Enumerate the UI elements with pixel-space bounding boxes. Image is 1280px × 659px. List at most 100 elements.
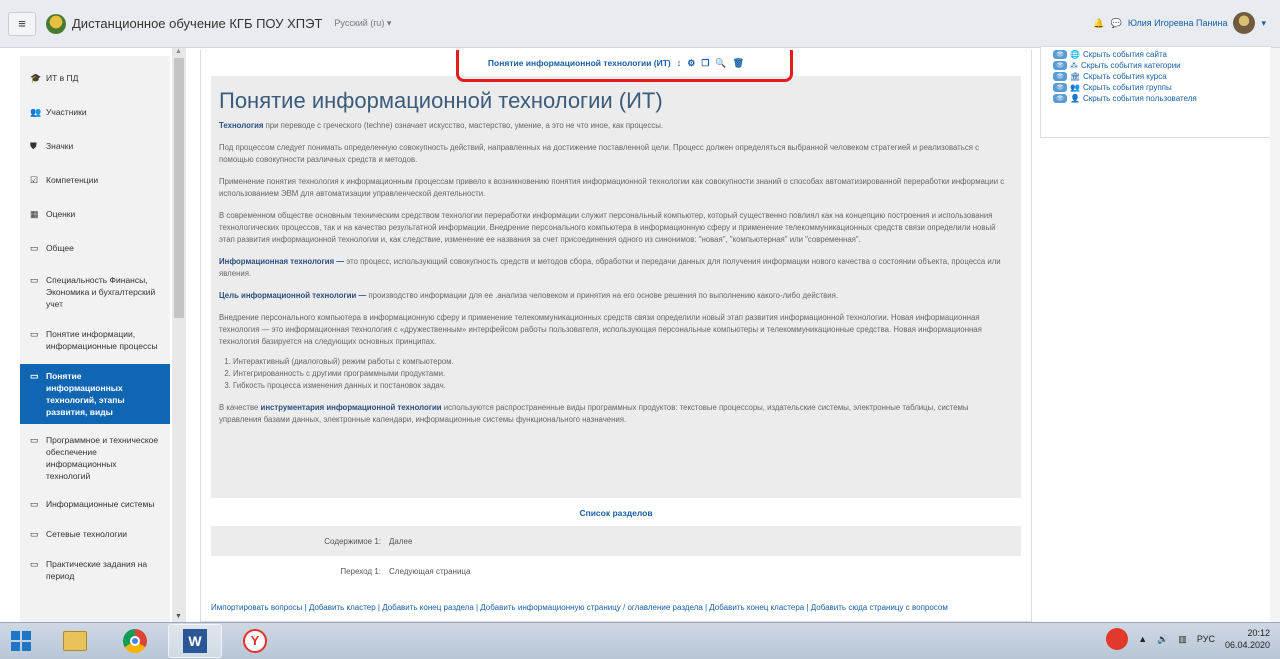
folder-icon: ▭ — [30, 243, 39, 253]
jump-row: Переход 1: Следующая страница — [211, 556, 1021, 586]
users-icon: 👥 — [30, 107, 42, 117]
antivirus-icon[interactable] — [1106, 628, 1129, 650]
sidebar-item-participants[interactable]: 👥 Участники — [20, 100, 170, 124]
chevron-down-icon[interactable]: ▾ — [1261, 18, 1266, 29]
shield-icon: ⛊ — [30, 141, 37, 151]
eye-icon[interactable]: 👁 — [1053, 50, 1067, 59]
clock[interactable]: 20:12 06.04.2020 — [1225, 627, 1270, 651]
sidebar-item-it-concept[interactable]: ▭ Понятие информационных технологий, этап… — [20, 364, 170, 424]
event-toggle-category[interactable]: 👁 ⁂ Скрыть события категории — [1053, 60, 1259, 71]
user-area: 🔔 💬 Юлия Игоревна Панина ▾ — [1093, 12, 1266, 34]
content-label: Содержимое 1: — [324, 536, 381, 546]
sidebar-item-info-systems[interactable]: ▭ Информационные системы — [20, 492, 170, 516]
folder-icon: ▭ — [30, 275, 39, 285]
eye-icon[interactable]: 👁 — [1053, 94, 1067, 103]
chat-icon[interactable]: 💬 — [1111, 18, 1122, 29]
clock-date: 06.04.2020 — [1224, 640, 1270, 650]
sidebar-item-information[interactable]: ▭ Понятие информации, информационные проц… — [20, 322, 170, 358]
top-navbar: ≡ Дистанционное обучение КГБ ПОУ ХПЭТ Ру… — [0, 0, 1280, 48]
chrome-icon — [123, 629, 147, 653]
network-icon[interactable]: ▥ — [1178, 634, 1187, 645]
folder-icon: ▭ — [30, 371, 39, 381]
eye-icon[interactable]: 👁 — [1053, 72, 1067, 81]
globe-icon: 🌐 — [1070, 50, 1080, 59]
lesson-main: Понятие информационной технологии (ИТ) ↕… — [200, 50, 1032, 622]
language-menu[interactable]: Русский (ru) ▾ — [334, 18, 391, 29]
sidebar-item-badges[interactable]: ⛊ Значки — [20, 134, 170, 158]
principles-list: Интерактивный (диалоговый) режим работы … — [233, 356, 1011, 392]
sections-list-title[interactable]: Список разделов — [201, 508, 1031, 518]
system-tray: ▲ 🔊 ▥ РУС 20:12 06.04.2020 — [1106, 627, 1270, 651]
sidebar-item-course[interactable]: 🎓 ИТ в ПД — [20, 66, 170, 90]
sidebar-item-specialty[interactable]: ▭ Специальность Финансы, Экономика и бухг… — [20, 268, 170, 316]
event-toggle-group[interactable]: 👁 👥 Скрыть события группы — [1053, 82, 1259, 93]
sidebar-item-networks[interactable]: ▭ Сетевые технологии — [20, 522, 170, 546]
chevron-up-icon[interactable]: ▲ — [1138, 634, 1147, 644]
scroll-up-arrow[interactable]: ▲ — [175, 48, 182, 55]
mortarboard-icon: 🎓 — [30, 73, 42, 83]
folder-icon: ▭ — [30, 499, 39, 509]
course-icon: 🏛 — [1070, 72, 1081, 81]
folder-icon: ▭ — [30, 529, 39, 539]
content-row: Содержимое 1: Далее — [211, 526, 1021, 556]
speaker-icon[interactable]: 🔊 — [1157, 634, 1168, 645]
menu-toggle-button[interactable]: ≡ — [8, 11, 36, 36]
page-scrollbar[interactable] — [1270, 48, 1280, 622]
yandex-browser-icon: Y — [243, 629, 267, 653]
paragraph: В качестве инструментария информационной… — [219, 403, 969, 424]
scroll-down-arrow[interactable]: ▼ — [175, 613, 182, 620]
sidebar-item-software[interactable]: ▭ Программное и техническое обеспечение и… — [20, 428, 170, 488]
scrollbar-thumb[interactable] — [174, 58, 184, 318]
sidebar-scrollbar[interactable]: ▲ ▼ — [172, 48, 186, 622]
list-item: Интерактивный (диалоговый) режим работы … — [233, 356, 1011, 368]
jump-label: Переход 1: — [340, 566, 381, 576]
calendar-events-block: 👁 🌐 Скрыть события сайта 👁 ⁂ Скрыть события … — [1040, 46, 1272, 138]
sidebar-item-competencies[interactable]: ☑ Компетенции — [20, 168, 170, 192]
explorer-taskbar-button[interactable] — [48, 624, 102, 658]
user-name[interactable]: Юлия Игоревна Панина — [1128, 18, 1228, 28]
bell-icon[interactable]: 🔔 — [1093, 18, 1104, 29]
input-language[interactable]: РУС — [1197, 634, 1215, 644]
event-toggle-user[interactable]: 👁 👤 Скрыть события пользователя — [1053, 93, 1259, 104]
site-name[interactable]: Дистанционное обучение КГБ ПОУ ХПЭТ — [72, 16, 322, 31]
sidebar-item-general[interactable]: ▭ Общее — [20, 236, 170, 260]
sidebar-item-grades[interactable]: ▦ Оценки — [20, 202, 170, 226]
paragraph: Цель информационной технологии — произво… — [219, 291, 839, 300]
folder-icon: ▭ — [30, 559, 39, 569]
eye-icon[interactable]: 👁 — [1053, 61, 1067, 70]
folder-icon: ▭ — [30, 329, 39, 339]
content-value: Далее — [389, 536, 413, 546]
yandex-taskbar-button[interactable]: Y — [228, 624, 282, 658]
start-button[interactable] — [0, 626, 42, 656]
lesson-content: Понятие информационной технологии (ИТ) Т… — [211, 76, 1021, 498]
paragraph: Информационная технология — это процесс,… — [219, 257, 1001, 278]
table-icon: ▦ — [30, 209, 39, 219]
sidebar-item-practice[interactable]: ▭ Практические задания на период — [20, 552, 170, 588]
group-icon: 👥 — [1070, 83, 1080, 92]
paragraph: Технология при переводе с греческого (te… — [219, 121, 664, 130]
word-taskbar-button[interactable]: W — [168, 624, 222, 658]
page-title: Понятие информационной технологии (ИТ) — [219, 88, 663, 113]
paragraph: Внедрение персонального компьютера в инф… — [219, 313, 982, 346]
list-item: Гибкость процесса изменения данных и пос… — [233, 380, 1011, 392]
event-toggle-course[interactable]: 👁 🏛 Скрыть события курса — [1053, 71, 1259, 82]
avatar[interactable] — [1233, 12, 1256, 34]
paragraph: Применение понятия технология к информац… — [219, 177, 1005, 198]
paragraph: Под процессом следует понимать определен… — [219, 143, 980, 164]
folder-icon — [63, 631, 87, 651]
site-logo[interactable] — [46, 13, 66, 34]
eye-icon[interactable]: 👁 — [1053, 83, 1067, 92]
folder-icon: ▭ — [30, 435, 39, 445]
lesson-actions-links[interactable]: Импортировать вопросы | Добавить кластер… — [211, 602, 1021, 614]
jump-value: Следующая страница — [389, 566, 471, 576]
windows-logo-icon — [11, 631, 31, 651]
checkbox-icon: ☑ — [30, 175, 39, 185]
paragraph: В современном обществе основным техничес… — [219, 211, 996, 244]
category-icon: ⁂ — [1070, 61, 1078, 70]
list-item: Интегрированность с другими программными… — [233, 368, 1011, 380]
word-icon: W — [183, 629, 207, 653]
windows-taskbar: W Y ▲ 🔊 ▥ РУС 20:12 06.04.2020 — [0, 622, 1280, 659]
event-toggle-site[interactable]: 👁 🌐 Скрыть события сайта — [1053, 49, 1259, 60]
chrome-taskbar-button[interactable] — [108, 624, 162, 658]
user-icon: 👤 — [1070, 94, 1080, 103]
